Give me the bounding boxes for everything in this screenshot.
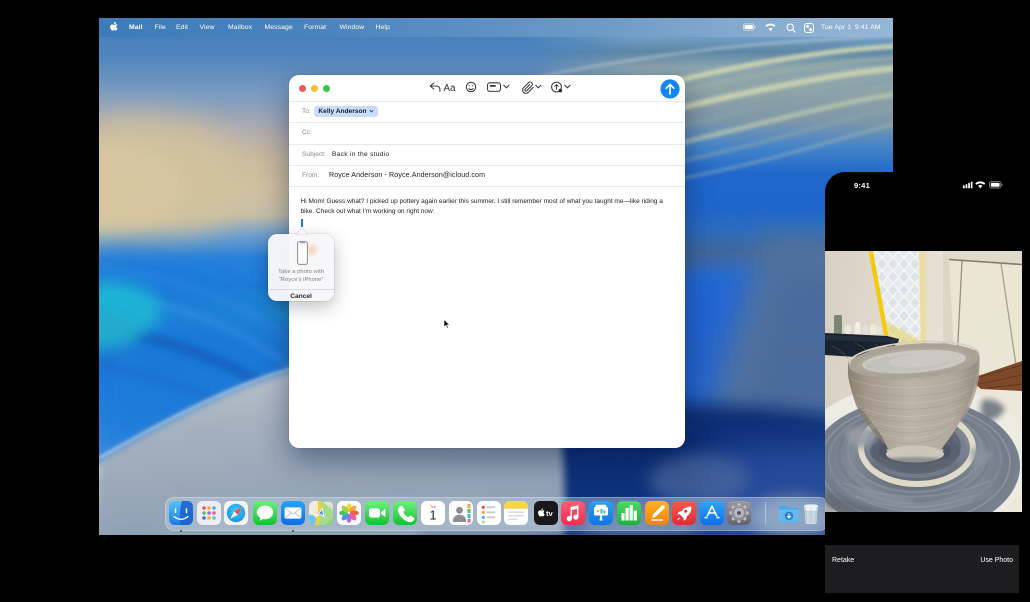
svg-text:Aa: Aa bbox=[443, 83, 456, 94]
svg-text:tv: tv bbox=[546, 509, 554, 518]
svg-text:1: 1 bbox=[429, 509, 436, 523]
